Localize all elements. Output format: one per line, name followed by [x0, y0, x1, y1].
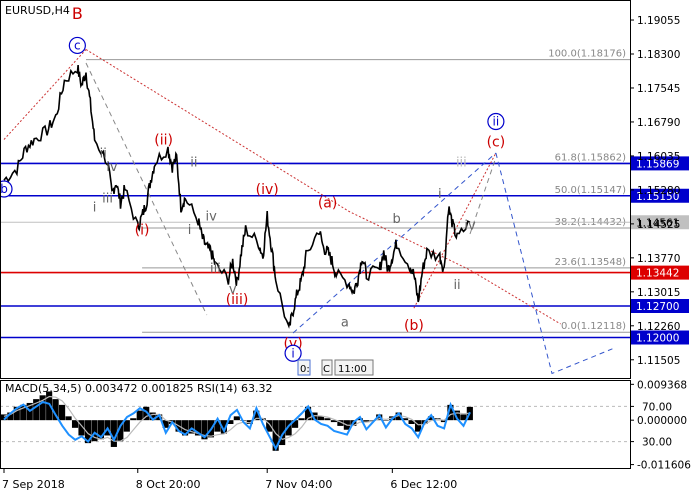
price-tick-label: 1.13015 — [637, 287, 680, 299]
wave-label: iv — [205, 210, 217, 225]
macd-bar — [65, 416, 72, 421]
level-price-label: 1.12000 — [636, 333, 679, 345]
toolbar-label-2: 11:00 — [338, 364, 367, 375]
macd-tick-label: 0.009368 — [637, 379, 687, 391]
wave-label: (iii) — [226, 292, 249, 308]
macd-tick-label: -0.011606 — [637, 460, 691, 472]
rsi-level-label: 30.00 — [642, 437, 672, 449]
wave-label: i — [93, 201, 97, 216]
wave-label: i — [438, 187, 442, 202]
wave-label: (iv) — [256, 182, 279, 198]
fib-level-label: 61.8(1.15862) — [555, 153, 627, 164]
eurusd-chart: 100.0(1.18176) 61.8(1.15862) 50.0(1.15147)… — [0, 0, 700, 500]
rsi-level-label: 70.00 — [642, 401, 672, 413]
price-tick-label: 1.13770 — [637, 253, 680, 265]
price-tick-label: 1.15280 — [637, 185, 680, 197]
wave-label: iii — [456, 156, 467, 171]
price-tick-label: 1.11505 — [637, 355, 680, 367]
wave-label: B — [72, 4, 83, 23]
price-tick-label: 1.18300 — [637, 49, 680, 61]
wave-label: i — [291, 346, 294, 360]
price-tick-label: 1.14525 — [637, 219, 680, 231]
wave-label: iv — [464, 219, 476, 234]
wave-label: a — [341, 315, 349, 330]
macd-bar — [382, 420, 389, 421]
wave-label: ii — [453, 278, 460, 293]
wave-label: iv — [106, 160, 118, 175]
price-tick-label: 1.16035 — [637, 151, 680, 163]
toolbar-label-0: 0: — [300, 364, 310, 375]
level-price-label: 1.12700 — [636, 301, 679, 313]
fib-level-label: 100.0(1.18176) — [548, 49, 626, 60]
macd-bar — [414, 420, 422, 432]
fib-level-label: 50.0(1.15147) — [555, 185, 627, 196]
toolbar: 0: C 11:00 — [297, 359, 374, 376]
wave-label: b — [393, 212, 401, 227]
wave-label: (a) — [318, 195, 338, 211]
wave-label: i — [188, 223, 192, 238]
fib-level-label: 23.6(1.13548) — [555, 257, 627, 268]
wave-label: ii — [493, 115, 500, 129]
price-tick-label: 1.19055 — [637, 15, 680, 27]
macd-tick-label: 0.000000 — [637, 415, 687, 427]
macd-bar — [59, 404, 66, 421]
price-tick-label: 1.17545 — [637, 83, 680, 95]
time-tick-label: 7 Sep 2018 — [2, 478, 65, 491]
wave-label: iii — [210, 261, 221, 276]
price-tick-label: 1.12260 — [637, 321, 680, 333]
macd-bar — [136, 410, 143, 421]
wave-label: (c) — [487, 135, 506, 151]
wave-label: ii — [190, 156, 197, 171]
macd-bar — [123, 420, 130, 432]
chart-title: EURUSD,H4 — [5, 4, 70, 17]
fib-level-label: 0.0(1.12118) — [561, 321, 626, 332]
wave-label: (ii) — [154, 132, 173, 148]
macd-bar — [233, 416, 240, 421]
wave-label: b — [0, 182, 8, 196]
wave-label: iii — [102, 192, 113, 207]
wave-label: (b) — [404, 318, 424, 334]
macd-title: MACD(5,34,5) 0.003472 0.001825 RSI(14) 6… — [5, 382, 272, 395]
toolbar-label-1: C — [323, 364, 330, 375]
macd-bar — [130, 418, 137, 421]
wave-label: (i) — [135, 222, 150, 238]
time-tick-label: 6 Dec 12:00 — [390, 478, 457, 491]
wave-label: c — [74, 39, 81, 53]
macd-bar — [298, 418, 305, 421]
time-tick-label: 7 Nov 04:00 — [265, 478, 332, 491]
price-tick-label: 1.16790 — [637, 117, 680, 129]
time-tick-label: 8 Oct 20:00 — [136, 478, 201, 491]
macd-bar — [324, 418, 331, 421]
level-price-label: 1.13442 — [636, 268, 679, 280]
